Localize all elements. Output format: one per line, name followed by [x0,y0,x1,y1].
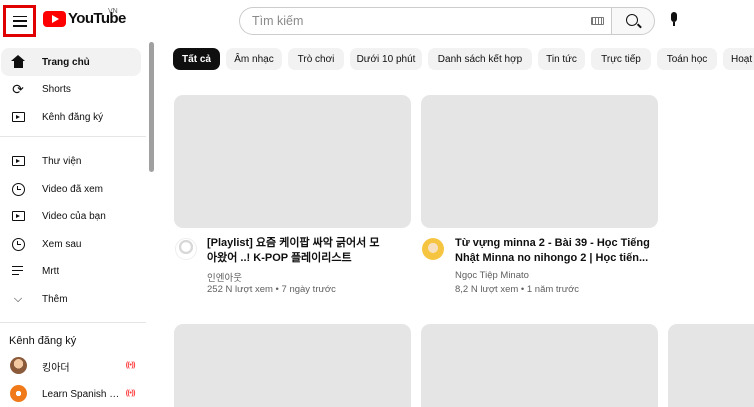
subscription-item[interactable]: Learn Spanish wi... ((•)) [1,380,141,407]
sidebar-item-watch-later[interactable]: Xem sau [1,230,141,258]
subscriptions-icon [10,109,26,125]
microphone-icon [671,12,677,22]
sidebar-scrollbar[interactable] [149,42,154,172]
youtube-play-icon [43,10,66,27]
chip-under-10-min[interactable]: Dưới 10 phút [350,48,422,70]
sidebar-item-label: Kênh đăng ký [42,111,104,123]
your-videos-icon [10,208,26,224]
library-icon [10,153,26,169]
search-icon [626,14,638,26]
home-icon [10,54,26,70]
subscription-name: 킹아더 [42,362,70,374]
youtube-logo[interactable]: YouTube VN [43,8,126,27]
chip-music[interactable]: Âm nhạc [226,48,282,70]
chevron-down-icon: ⌵ [13,292,23,305]
sidebar-item-show-more[interactable]: ⌵ Thêm [1,285,141,313]
video-metadata: 8,2 N lượt xem • 1 năm trước [455,284,580,295]
video-title[interactable]: [Playlist] 요즘 케이팝 싸악 긁어서 모 [207,236,379,251]
shorts-icon: ⟳ [12,81,24,97]
keyboard-icon[interactable] [591,17,604,25]
sidebar-item-label: Shorts [42,83,71,95]
channel-name[interactable]: Ngọc Tiệp Minato [455,270,529,281]
sidebar-divider [0,136,146,137]
sidebar-item-label: Thêm [42,293,68,305]
watch-later-icon [10,236,26,252]
search-box [239,7,611,35]
channel-avatar[interactable] [175,238,197,260]
live-icon: ((•)) [125,390,136,397]
sidebar-divider [0,322,146,323]
sidebar-item-subscriptions[interactable]: Kênh đăng ký [1,103,141,131]
sidebar-item-label: Trang chủ [42,56,90,68]
playlist-icon [10,263,26,279]
search-input[interactable] [252,14,572,28]
country-code: VN [108,8,118,15]
sidebar-item-library[interactable]: Thư viện [1,147,141,175]
video-title-line-2[interactable]: 아왔어 ..! K-POP 플레이리스트 [207,251,352,266]
sidebar-item-label: Video đã xem [42,183,103,195]
video-thumbnail[interactable] [174,95,411,228]
video-title-line-2[interactable]: Nhật Minna no nihongo 2 | Học tiến... [455,251,648,266]
sidebar-item-history[interactable]: Video đã xem [1,175,141,203]
history-icon [10,181,26,197]
sidebar-item-home[interactable]: Trang chủ [1,48,141,76]
sidebar-item-your-videos[interactable]: Video của bạn [1,202,141,230]
video-title[interactable]: Từ vựng minna 2 - Bài 39 - Học Tiếng [455,236,650,251]
chip-math[interactable]: Toán học [657,48,717,70]
channel-avatar[interactable] [422,238,444,260]
chip-mixes[interactable]: Danh sách kết hợp [428,48,532,70]
video-thumbnail[interactable] [421,324,658,407]
voice-search-button[interactable] [664,10,684,32]
video-thumbnail[interactable] [668,324,754,407]
subscription-item[interactable]: 킹아더 ((•)) [1,352,141,380]
channel-name[interactable]: 인엔아웃 [207,270,242,284]
sidebar-item-playlist-mrtt[interactable]: Mrtt [1,257,141,285]
sidebar-item-label: Video của bạn [42,210,106,222]
sidebar-item-label: Xem sau [42,238,82,250]
sidebar-item-label: Thư viện [42,155,82,167]
sidebar-item-shorts[interactable]: ⟳ Shorts [1,75,141,103]
guide-menu-button[interactable] [3,5,36,37]
masthead: YouTube VN [0,0,754,42]
subscription-name: Learn Spanish wi... [42,388,124,400]
chip-gaming[interactable]: Trò chơi [288,48,344,70]
channel-avatar [10,357,27,374]
video-thumbnail[interactable] [421,95,658,228]
sidebar-item-label: Mrtt [42,265,60,277]
chip-all[interactable]: Tất cả [173,48,220,70]
chip-news[interactable]: Tin tức [538,48,585,70]
chip-activity[interactable]: Hoạt [723,48,754,70]
channel-avatar [10,385,27,402]
video-metadata: 252 N lượt xem • 7 ngày trước [207,284,336,295]
live-icon: ((•)) [125,362,136,369]
chip-live[interactable]: Trực tiếp [591,48,651,70]
video-thumbnail[interactable] [174,324,411,407]
guide-sidebar: Trang chủ ⟳ Shorts Kênh đăng ký Thư viện… [0,42,146,407]
search-button[interactable] [611,7,655,35]
subscriptions-heading: Kênh đăng ký [9,335,77,347]
hamburger-icon [12,15,27,27]
